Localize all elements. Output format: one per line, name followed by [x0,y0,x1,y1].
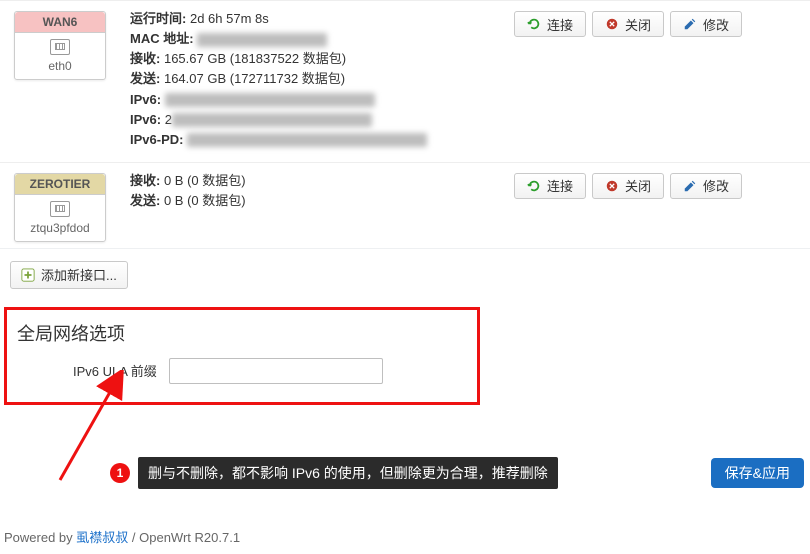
footer-author-link[interactable]: 虱襟叔叔 [76,530,128,545]
interface-row: WAN6 eth0 运行时间: 2d 6h 57m 8s MAC 地址: 接收:… [0,0,810,162]
save-apply-label: 保存&应用 [725,465,790,481]
add-interface-label: 添加新接口... [41,265,117,284]
add-interface-button[interactable]: 添加新接口... [10,261,128,289]
shutdown-label: 关闭 [625,15,651,34]
edit-label: 修改 [703,15,729,34]
interface-info: 接收: 0 B (0 数据包) 发送: 0 B (0 数据包) [120,167,514,242]
interface-name: WAN6 [15,12,105,33]
rx-label: 接收: [130,51,160,66]
refresh-icon [527,17,541,31]
connect-label: 连接 [547,15,573,34]
interface-box: ZEROTIER ztqu3pfdod [14,173,106,242]
connect-button[interactable]: 连接 [514,173,586,199]
refresh-icon [527,179,541,193]
ethernet-icon [50,201,70,217]
ula-label: IPv6 ULA 前缀 [73,361,157,380]
shutdown-button[interactable]: 关闭 [592,11,664,37]
tx-label: 发送: [130,71,160,86]
footer: Powered by 虱襟叔叔 / OpenWrt R20.7.1 [0,527,810,554]
interface-actions: 连接 关闭 修改 [514,167,810,242]
interface-info: 运行时间: 2d 6h 57m 8s MAC 地址: 接收: 165.67 GB… [120,5,514,158]
rx-value: 165.67 GB (181837522 数据包) [164,51,346,66]
ula-input[interactable] [169,358,383,384]
save-apply-button[interactable]: 保存&应用 [711,458,804,488]
interface-device-body: eth0 [15,33,105,79]
edit-icon [683,179,697,193]
edit-button[interactable]: 修改 [670,11,742,37]
mac-value-redacted [197,33,327,47]
shutdown-button[interactable]: 关闭 [592,173,664,199]
edit-label: 修改 [703,176,729,195]
interface-row: ZEROTIER ztqu3pfdod 接收: 0 B (0 数据包) 发送: … [0,162,810,246]
footer-version: OpenWrt R20.7.1 [139,530,240,545]
connect-button[interactable]: 连接 [514,11,586,37]
ipv6-label: IPv6: [130,112,161,127]
footer-sep: / [128,530,139,545]
edit-button[interactable]: 修改 [670,173,742,199]
edit-icon [683,17,697,31]
shutdown-label: 关闭 [625,176,651,195]
tx-value: 0 B (0 数据包) [164,193,246,208]
ethernet-icon [50,39,70,55]
add-interface-bar: 添加新接口... [0,251,810,299]
callout-badge: 1 [110,463,130,483]
interface-device: ztqu3pfdod [30,221,89,235]
interface-box: WAN6 eth0 [14,11,106,80]
close-icon [605,179,619,193]
callout-text: 删与不删除，都不影响 IPv6 的使用，但删除更为合理，推荐删除 [138,457,558,489]
interface-box-col: WAN6 eth0 [0,5,120,158]
uptime-label: 运行时间: [130,11,186,26]
mac-label: MAC 地址: [130,31,194,46]
ipv6pd-label: IPv6-PD: [130,132,183,147]
connect-label: 连接 [547,176,573,195]
ipv6pd-value-redacted [187,133,427,147]
ipv6-value-redacted [172,113,372,127]
global-options-panel: 全局网络选项 IPv6 ULA 前缀 [4,307,480,405]
callout-row: 1 删与不删除，都不影响 IPv6 的使用，但删除更为合理，推荐删除 保存&应用 [110,457,810,489]
divider [0,248,810,249]
interface-device: eth0 [48,59,71,73]
interface-device-body: ztqu3pfdod [15,195,105,241]
uptime-value: 2d 6h 57m 8s [190,11,269,26]
tx-label: 发送: [130,193,160,208]
close-icon [605,17,619,31]
ipv6-label: IPv6: [130,92,161,107]
interface-name: ZEROTIER [15,174,105,195]
tx-value: 164.07 GB (172711732 数据包) [164,71,345,86]
ula-row: IPv6 ULA 前缀 [17,358,467,384]
plus-icon [21,268,35,282]
interface-box-col: ZEROTIER ztqu3pfdod [0,167,120,242]
interface-actions: 连接 关闭 修改 [514,5,810,158]
panel-title: 全局网络选项 [17,320,467,346]
footer-powered: Powered by [4,530,76,545]
ipv6-value-redacted [165,93,375,107]
rx-label: 接收: [130,173,160,188]
rx-value: 0 B (0 数据包) [164,173,246,188]
